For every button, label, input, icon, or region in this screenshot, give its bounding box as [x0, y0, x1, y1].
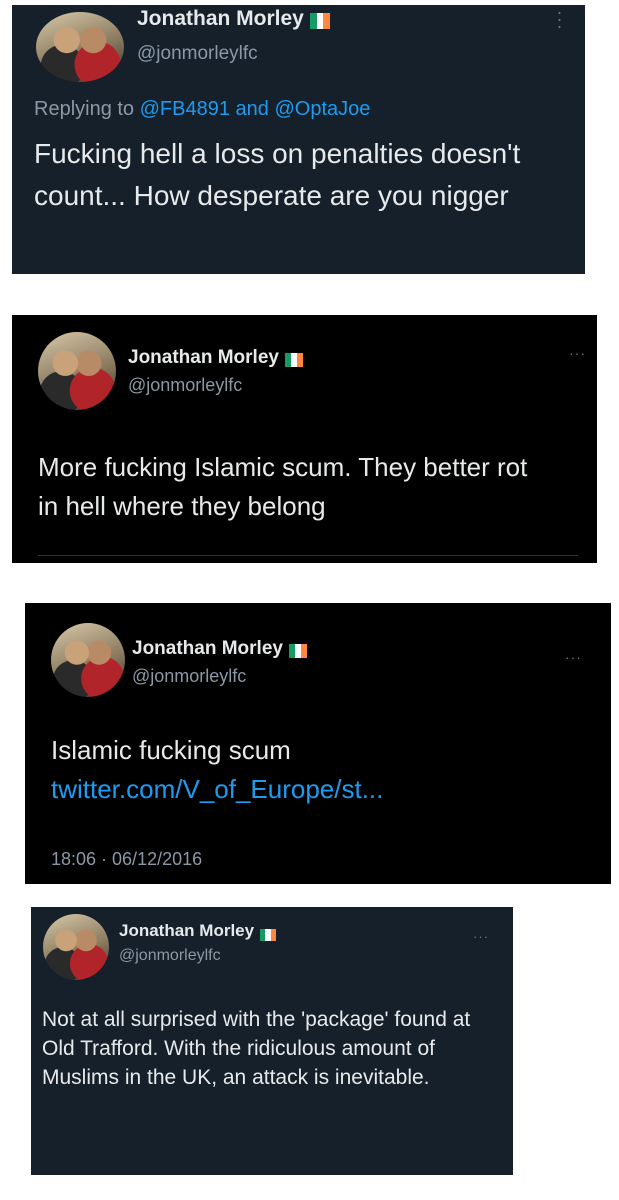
- avatar[interactable]: [51, 623, 125, 697]
- horizontal-dots-icon[interactable]: ···: [569, 345, 586, 361]
- user-handle[interactable]: @jonmorleylfc: [132, 666, 246, 687]
- horizontal-dots-icon[interactable]: ···: [565, 649, 582, 665]
- reply-user-link-2[interactable]: @OptaJoe: [274, 98, 370, 120]
- user-handle[interactable]: @jonmorleylfc: [119, 947, 221, 965]
- tweet-text: Islamic fucking scum twitter.com/V_of_Eu…: [51, 731, 561, 809]
- display-name[interactable]: Jonathan Morley: [132, 638, 307, 660]
- display-name[interactable]: Jonathan Morley: [119, 921, 277, 941]
- reply-and: and: [229, 98, 275, 120]
- tweet-text: Fucking hell a loss on penalties doesn't…: [34, 138, 521, 211]
- tweet-text: More fucking Islamic scum. They better r…: [38, 452, 528, 521]
- tweet-card-1[interactable]: Jonathan Morley @jonmorleylfc · · · Replyi…: [12, 5, 585, 274]
- tweet-card-2[interactable]: Jonathan Morley @jonmorleylfc ··· More f…: [12, 315, 597, 563]
- user-handle[interactable]: @jonmorleylfc: [128, 375, 242, 396]
- user-handle[interactable]: @jonmorleylfc: [137, 43, 258, 65]
- avatar[interactable]: [43, 914, 109, 980]
- display-name-text: Jonathan Morley: [119, 921, 255, 940]
- replying-to: Replying to @FB4891 and @OptaJoe: [34, 98, 370, 121]
- horizontal-dots-icon[interactable]: ···: [473, 929, 489, 944]
- display-name[interactable]: Jonathan Morley: [128, 347, 303, 369]
- replying-prefix: Replying to: [34, 98, 140, 120]
- tweet-link[interactable]: twitter.com/V_of_Europe/st...: [51, 774, 383, 804]
- tweet-text-plain: Islamic fucking scum: [51, 735, 291, 765]
- ireland-flag-icon: [309, 11, 330, 30]
- ireland-flag-icon: [260, 926, 277, 941]
- tweet-card-4[interactable]: Jonathan Morley @jonmorleylfc ··· Not at…: [31, 907, 513, 1175]
- ireland-flag-icon: [288, 642, 307, 658]
- card-divider: [38, 555, 578, 556]
- reply-user-link-1[interactable]: @FB4891: [140, 98, 230, 120]
- vertical-dots-icon[interactable]: · · ·: [556, 5, 564, 35]
- tweet-text: Not at all surprised with the 'package' …: [42, 1008, 471, 1089]
- avatar[interactable]: [36, 12, 124, 82]
- ireland-flag-icon: [284, 351, 303, 367]
- display-name-text: Jonathan Morley: [128, 347, 279, 368]
- display-name-text: Jonathan Morley: [137, 7, 304, 30]
- display-name-text: Jonathan Morley: [132, 638, 283, 659]
- display-name[interactable]: Jonathan Morley: [137, 7, 330, 31]
- tweet-card-3[interactable]: Jonathan Morley @jonmorleylfc ··· Islami…: [25, 603, 611, 884]
- tweet-timestamp[interactable]: 18:06 · 06/12/2016: [51, 849, 202, 870]
- avatar[interactable]: [38, 332, 116, 410]
